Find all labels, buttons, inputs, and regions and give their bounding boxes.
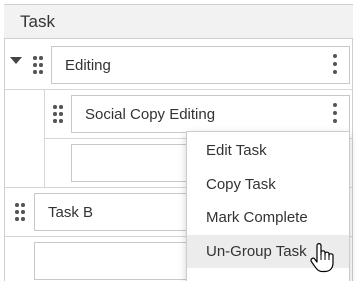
row-divider <box>4 89 353 90</box>
task-name: Editing <box>65 57 111 74</box>
task-name: Task B <box>48 204 94 221</box>
drag-handle-icon[interactable] <box>15 203 25 221</box>
drag-handle-icon[interactable] <box>33 56 43 74</box>
hand-pointer-icon <box>310 243 334 273</box>
column-header: Task <box>4 4 353 39</box>
drag-handle-icon[interactable] <box>53 105 63 123</box>
grid-right-border <box>352 4 353 281</box>
task-row-social-copy-editing[interactable]: Social Copy Editing <box>71 95 350 133</box>
grid-left-border <box>4 4 5 281</box>
menu-item-edit-task[interactable]: Edit Task <box>187 134 349 167</box>
caret-down-icon[interactable] <box>10 57 22 64</box>
column-header-label: Task <box>20 12 55 31</box>
task-name: Social Copy Editing <box>85 106 216 123</box>
kebab-menu-icon[interactable] <box>331 54 339 76</box>
kebab-menu-icon[interactable] <box>331 103 339 125</box>
task-grid: Task Editing Social Copy Editing Task B … <box>0 0 357 281</box>
menu-item-copy-task[interactable]: Copy Task <box>187 168 349 201</box>
task-row-editing[interactable]: Editing <box>51 46 350 84</box>
menu-item-mark-complete[interactable]: Mark Complete <box>187 201 349 234</box>
